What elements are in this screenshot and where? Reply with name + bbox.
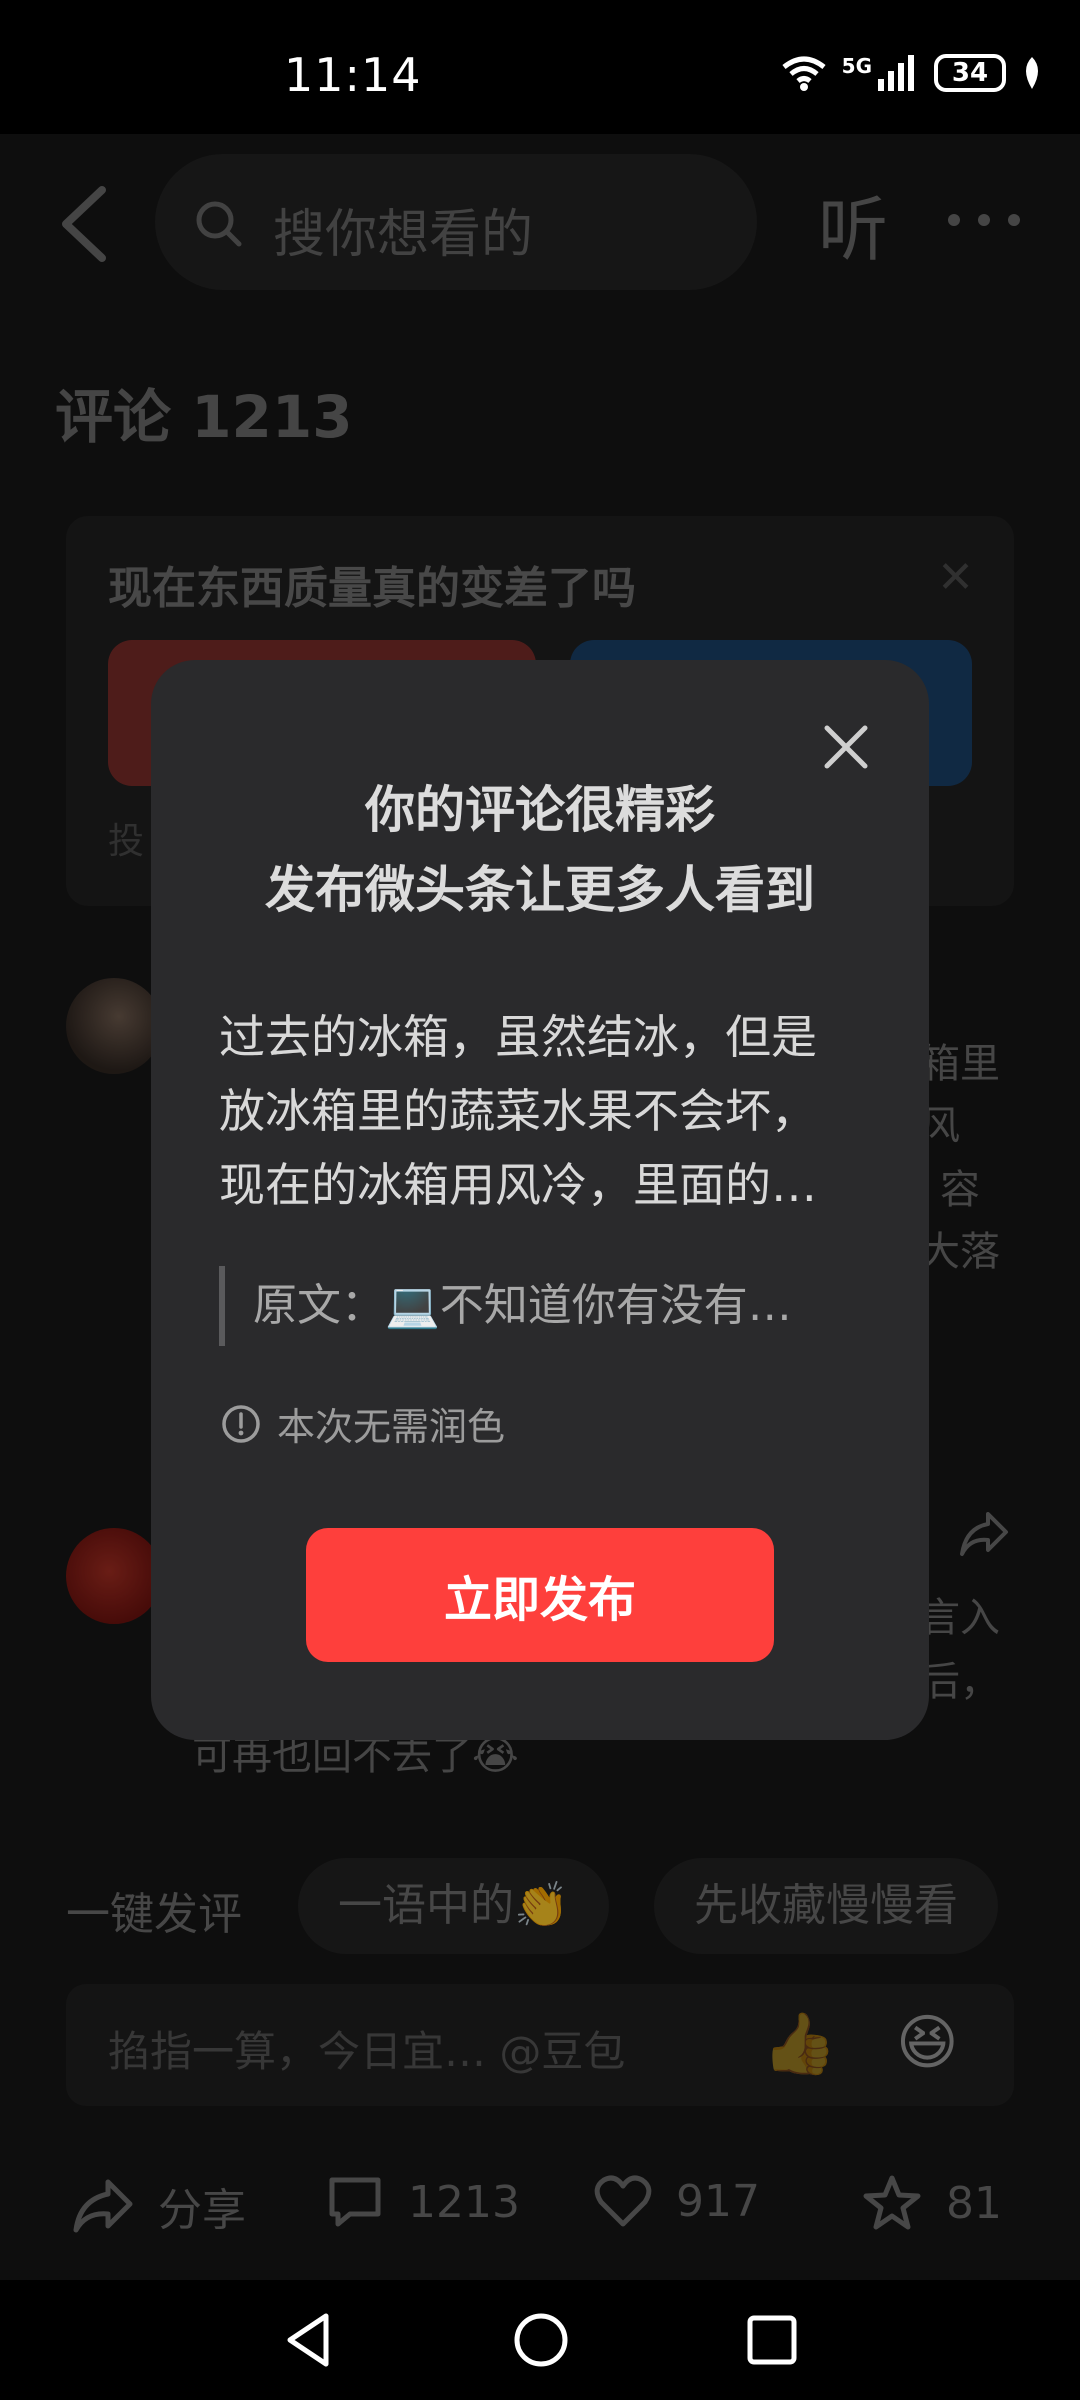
comment-preview-line: 现在的冰箱用风冷，里面的…: [219, 1158, 817, 1212]
comment-preview-line: 过去的冰箱，虽然结冰，但是: [219, 1010, 817, 1064]
polish-notice: 本次无需润色: [221, 1396, 505, 1451]
comment-preview: 过去的冰箱，虽然结冰，但是 放冰箱里的蔬菜水果不会坏， 现在的冰箱用风冷，里面的…: [219, 1000, 839, 1222]
comment-preview-line: 放冰箱里的蔬菜水果不会坏，: [219, 1084, 817, 1138]
publish-now-button[interactable]: 立即发布: [306, 1528, 774, 1662]
signal-icon: [878, 55, 914, 91]
nav-home-icon[interactable]: [512, 2310, 570, 2370]
nav-back-icon[interactable]: [282, 2310, 334, 2370]
leaf-icon: [1026, 57, 1038, 89]
publish-micro-post-dialog: 你的评论很精彩 发布微头条让更多人看到 过去的冰箱，虽然结冰，但是 放冰箱里的蔬…: [151, 660, 929, 1740]
status-time: 11:14: [284, 48, 422, 102]
wifi-icon: [782, 56, 826, 91]
dialog-title: 你的评论很精彩: [365, 781, 715, 839]
network-type: 5G: [841, 54, 872, 78]
nav-recents-icon[interactable]: [744, 2310, 800, 2370]
original-text-quote: 原文：💻不知道你有没有…: [219, 1266, 839, 1346]
status-bar: 11:14 5G 34: [0, 0, 1080, 134]
status-icons: 5G 34: [780, 54, 1044, 92]
polish-notice-text: 本次无需润色: [277, 1405, 506, 1449]
dialog-subtitle: 发布微头条让更多人看到: [265, 861, 815, 919]
close-icon[interactable]: [815, 716, 877, 778]
system-nav-bar: [0, 2280, 1080, 2400]
battery-indicator: 34: [934, 54, 1006, 92]
info-icon: [222, 1404, 260, 1443]
